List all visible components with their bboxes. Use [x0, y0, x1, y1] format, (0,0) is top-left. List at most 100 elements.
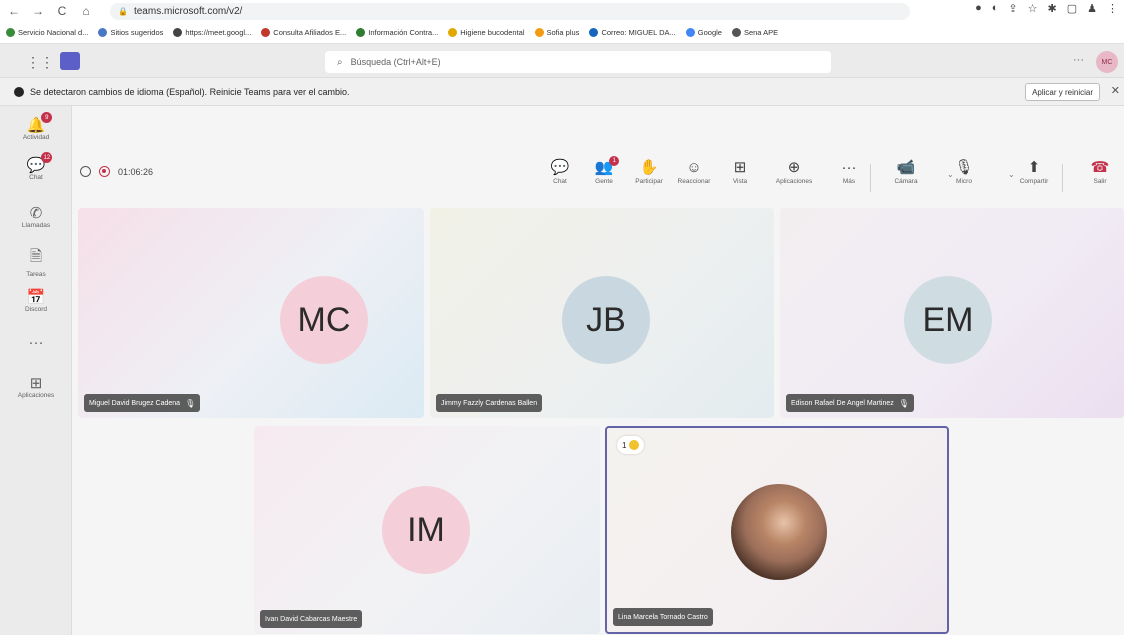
bookmark-favicon-icon [356, 27, 366, 37]
rail-item-aplicaciones[interactable]: ⊞ Aplicaciones [0, 374, 72, 399]
toolbar-chat-button[interactable]: 💬 Chat [538, 158, 582, 185]
menu-icon[interactable]: ⋮ [1107, 2, 1118, 15]
search-icon: ⌕ [337, 56, 343, 68]
rail-item-label: Aplicaciones [17, 392, 55, 399]
participant-name: Jimmy Fazzly Cardenas Ballen [441, 399, 538, 407]
toolbar-apps-button[interactable]: ⊕ Aplicaciones [772, 158, 816, 185]
rail-item-actividad[interactable]: 🔔 9 Actividad [0, 112, 72, 141]
emoji-icon: ☺ [686, 159, 702, 176]
bookmark-label: Sitios sugeridos [110, 27, 164, 37]
share-page-icon[interactable]: ⇪ [1008, 2, 1017, 15]
back-arrow-icon[interactable]: ← [4, 1, 24, 21]
address-url: teams.microsoft.com/v2/ [133, 6, 243, 17]
close-icon[interactable]: ✕ [1111, 84, 1120, 97]
bookmark-label: Sofia plus [546, 27, 580, 37]
share-icon: ⬆ [1027, 159, 1041, 176]
bookmark-star-icon[interactable]: ☆ [1028, 2, 1038, 15]
bookmark-item[interactable]: Consulta Afiliados E... [261, 27, 346, 37]
bookmark-item[interactable]: https://meet.googl... [173, 27, 252, 37]
bookmark-item[interactable]: Información Contra... [356, 27, 439, 37]
participant-tile[interactable]: EM Edison Rafael De Angel Martinez 🎙 [780, 208, 1124, 418]
rail-item-chat[interactable]: 💬 12 Chat [0, 152, 72, 181]
bookmark-favicon-icon [173, 27, 183, 37]
settings-more-icon[interactable]: ··· [1073, 54, 1084, 66]
info-icon [14, 86, 24, 97]
bookmark-label: Higiene bucodental [460, 27, 525, 37]
user-avatar[interactable]: MC [1096, 51, 1118, 73]
rail-item-tareas[interactable]: 🗎 Tareas [0, 246, 72, 278]
bookmark-favicon-icon [98, 27, 108, 37]
toolbar-camera-off-button[interactable]: 📹 Cámara [884, 158, 928, 185]
participant-avatar: JB [562, 276, 650, 364]
participant-name-tag: Edison Rafael De Angel Martinez 🎙 [786, 394, 914, 412]
profile-ext-icon[interactable]: ◐ [992, 2, 999, 15]
apply-restart-button[interactable]: Aplicar y reiniciar [1025, 83, 1100, 101]
bookmark-label: https://meet.googl... [185, 27, 252, 37]
profile-icon[interactable]: ♟ [1087, 2, 1097, 15]
mic-off-icon: 🎙 [898, 398, 909, 408]
camera-off-icon: 📹 [896, 159, 916, 176]
bookmark-item[interactable]: Correo: MIGUEL DA... [589, 27, 676, 37]
puzzle-icon[interactable]: ✱ [1048, 2, 1057, 15]
camera-options-chevron-down-icon[interactable]: ⌄ [947, 170, 954, 179]
participant-avatar: IM [382, 486, 470, 574]
toolbar-view-button[interactable]: ⊞ Vista [718, 158, 762, 185]
participant-name-tag: Jimmy Fazzly Cardenas Ballen [436, 394, 543, 412]
extension-icon[interactable]: ● [975, 2, 982, 15]
toolbar-share-button[interactable]: ⬆ Compartir [1012, 158, 1056, 185]
toolbar-emoji-button[interactable]: ☺ Reaccionar [672, 158, 716, 185]
bookmark-item[interactable]: Sofia plus [534, 27, 580, 37]
participant-name: Lina Marcela Tornado Castro [618, 613, 708, 621]
toolbar-leave-button[interactable]: ☎ Salir [1078, 158, 1122, 185]
toolbar-button-label: Compartir [1019, 178, 1049, 185]
toolbar-raise-hand-button[interactable]: ✋ Participar [627, 158, 671, 185]
bookmark-item[interactable]: Google [685, 27, 722, 37]
participant-tile[interactable]: 1 Lina Marcela Tornado Castro [605, 426, 949, 634]
meeting-timer: 01:06:26 [118, 166, 154, 177]
app-rail: 🔔 9 Actividad 💬 12 Chat ✆ Llamadas 🗎 Tareas 📅 Disco… [0, 106, 72, 635]
toolbar-people-button[interactable]: 👥 1 Gente [582, 156, 626, 185]
reload-icon[interactable]: C [52, 1, 72, 21]
participant-name-tag: Lina Marcela Tornado Castro [613, 608, 713, 626]
toolbar-more-button[interactable]: ··· Más [827, 158, 871, 185]
recording-icon [99, 166, 110, 177]
browser-actions: ● ◐ ⇪ ☆ ✱ ▢ ♟ ⋮ [975, 2, 1118, 15]
meeting-toolbar: 01:06:26 💬 Chat 👥 1 Gente ✋ Participar ☺ Reaccio… [72, 106, 1124, 206]
toolbar-button-label: Vista [732, 178, 748, 185]
participant-photo-avatar [731, 484, 827, 580]
bookmark-item[interactable]: Higiene bucodental [448, 27, 525, 37]
bookmarks-bar: Servicio Nacional d... Sitios sugeridos ht… [0, 22, 1124, 42]
bookmark-label: Información Contra... [368, 27, 439, 37]
bookmark-favicon-icon [731, 27, 741, 37]
address-bar[interactable]: 🔒 teams.microsoft.com/v2/ [110, 3, 910, 20]
bookmark-item[interactable]: Sitios sugeridos [98, 27, 164, 37]
rail-item-label: Actividad [22, 134, 50, 141]
notification-badge: 12 [41, 152, 53, 163]
search-input[interactable]: ⌕ Búsqueda (Ctrl+Alt+E) [325, 51, 831, 73]
calendar-icon: 📅 [26, 289, 46, 306]
participant-tile[interactable]: JB Jimmy Fazzly Cardenas Ballen [430, 208, 774, 418]
chat-icon: 💬 12 [27, 152, 53, 174]
rail-item-more[interactable]: ··· [0, 334, 72, 351]
people-icon: 👥 1 [595, 156, 620, 178]
participant-tile[interactable]: MC Miguel David Brugez Cadena 🎙 [78, 208, 424, 418]
leave-icon: ☎ [1090, 159, 1110, 176]
raise-hand-icon: ✋ [639, 159, 659, 176]
bookmark-item[interactable]: Servicio Nacional d... [6, 27, 88, 37]
forward-arrow-icon[interactable]: → [28, 1, 48, 21]
rail-item-discord[interactable]: 📅 Discord [0, 288, 72, 313]
phone-icon: ✆ [29, 205, 43, 222]
mic-options-chevron-down-icon[interactable]: ⌄ [1008, 170, 1015, 179]
participant-tile[interactable]: IM Ivan David Cabarcas Maestre [254, 426, 600, 634]
rail-item-llamadas[interactable]: ✆ Llamadas [0, 204, 72, 229]
toolbar-button-label: Gente [595, 178, 613, 185]
bookmark-favicon-icon [261, 27, 271, 37]
sidebar-icon[interactable]: ▢ [1067, 2, 1077, 15]
app-launcher-icon[interactable]: ⋮⋮ [26, 54, 54, 71]
teams-logo-icon [60, 52, 80, 70]
toolbar-button-label: Más [842, 178, 856, 185]
shield-icon [80, 166, 91, 177]
bookmark-item[interactable]: Sena APE [731, 27, 778, 37]
home-icon[interactable]: ⌂ [76, 1, 96, 21]
bookmark-label: Google [697, 27, 722, 37]
